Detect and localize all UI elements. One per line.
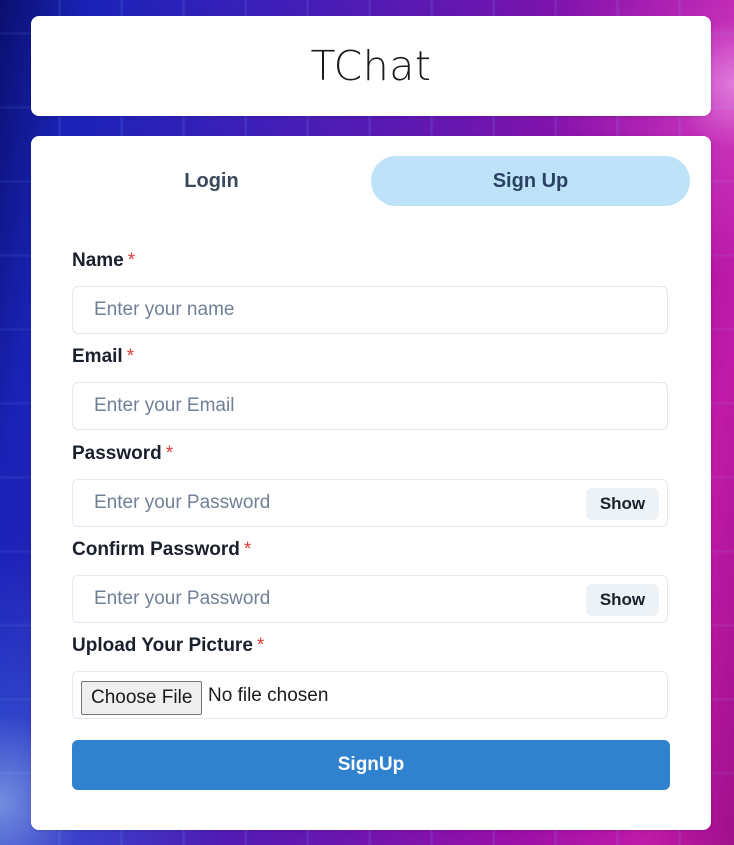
confirm-password-label: Confirm Password * xyxy=(72,539,251,561)
password-field-wrapper: Show xyxy=(72,479,668,527)
tab-sign-up[interactable]: Sign Up xyxy=(371,156,690,206)
password-show-button[interactable]: Show xyxy=(586,488,659,520)
confirm-password-label-text: Confirm Password xyxy=(72,539,240,560)
choose-file-button[interactable]: Choose File xyxy=(81,681,203,715)
name-label: Name * xyxy=(72,250,135,272)
password-label: Password * xyxy=(72,443,173,465)
required-marker: * xyxy=(243,539,252,560)
email-label: Email * xyxy=(72,346,134,368)
confirm-password-field-wrapper: Show xyxy=(72,575,668,623)
email-field-wrapper xyxy=(72,382,668,430)
required-marker: * xyxy=(165,443,174,464)
signup-button[interactable]: SignUp xyxy=(72,740,670,790)
name-input[interactable] xyxy=(73,287,667,333)
auth-card: Login Sign Up Name* Email* Password* Sho… xyxy=(31,136,711,830)
email-label-text: Email xyxy=(72,346,123,367)
picture-label: Upload Your Picture * xyxy=(72,635,264,657)
file-status-text: No file chosen xyxy=(208,685,329,706)
picture-label-text: Upload Your Picture xyxy=(72,635,253,656)
required-marker: * xyxy=(256,635,265,656)
tab-login[interactable]: Login xyxy=(52,156,371,206)
password-input[interactable] xyxy=(73,480,667,526)
password-label-text: Password xyxy=(72,443,162,464)
app-header: TChat xyxy=(31,16,711,116)
auth-tabs: Login Sign Up xyxy=(52,156,690,206)
confirm-password-show-button[interactable]: Show xyxy=(586,584,659,616)
picture-field-wrapper: Choose File No file chosen xyxy=(72,671,668,719)
name-field-wrapper xyxy=(72,286,668,334)
required-marker: * xyxy=(126,346,135,367)
confirm-password-input[interactable] xyxy=(73,576,667,622)
required-marker: * xyxy=(127,250,136,271)
app-title: TChat xyxy=(310,42,432,90)
name-label-text: Name xyxy=(72,250,124,271)
email-input[interactable] xyxy=(73,383,667,429)
